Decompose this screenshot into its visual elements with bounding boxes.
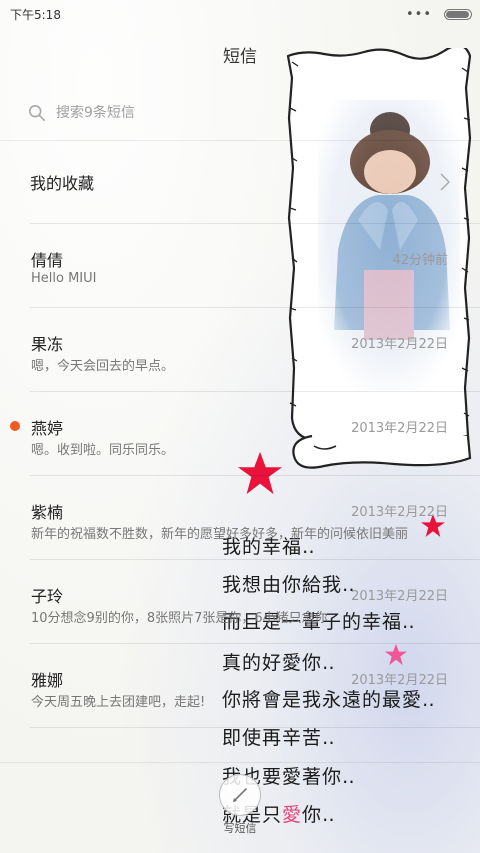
- status-time: 下午5:18: [10, 7, 61, 22]
- chevron-right-icon: [440, 173, 450, 191]
- message-preview: 今天周五晚上去团建吧，走起!: [31, 695, 206, 710]
- message-preview: 嗯，今天会回去的早点。: [31, 359, 175, 374]
- message-item[interactable]: 子玲 2013年2月22日 10分想念9别的你，8张照片7张是你，6小猪只念你: [0, 560, 480, 643]
- message-sender: 子玲: [31, 587, 64, 606]
- message-sender: 燕婷: [31, 419, 64, 438]
- message-time: 2013年2月22日: [351, 673, 448, 688]
- search-input[interactable]: [56, 105, 356, 121]
- page-title: 短信: [223, 47, 257, 67]
- message-item[interactable]: 燕婷 2013年2月22日嗯。收到啦。同乐同乐。: [0, 392, 480, 475]
- row-divider: [30, 391, 480, 392]
- status-icons: •••: [406, 7, 472, 22]
- message-preview: 10分想念9别的你，8张照片7张是你，6小猪只念你: [31, 611, 328, 626]
- message-item[interactable]: 果冻 2013年2月22日嗯，今天会回去的早点。: [0, 308, 480, 391]
- message-sender: 果冻: [31, 335, 64, 354]
- compose-button[interactable]: 写短信: [208, 774, 272, 844]
- message-time: 2013年2月22日: [351, 337, 448, 352]
- row-divider: [30, 307, 480, 308]
- message-preview: 新年的祝福数不胜数，新年的愿望好多好多，新年的问候依旧美丽: [31, 527, 409, 542]
- message-sender: 雅娜: [31, 671, 64, 690]
- message-time: 42分钟前: [392, 253, 448, 268]
- compose-pen-icon: [233, 788, 247, 802]
- favorites-label: 我的收藏: [30, 174, 95, 193]
- message-time: 2013年2月22日: [351, 421, 448, 436]
- message-item[interactable]: 倩倩 42分钟前 Hello MIUI: [0, 224, 480, 307]
- row-divider: [30, 727, 480, 728]
- compose-label: 写短信: [223, 822, 257, 835]
- row-divider: [30, 559, 480, 560]
- unread-dot: [10, 421, 20, 431]
- message-time: 2013年2月22日: [351, 589, 448, 604]
- favorites-row[interactable]: 我的收藏: [0, 140, 480, 224]
- row-divider: [30, 475, 480, 476]
- message-sender: 紫楠: [31, 503, 64, 522]
- bottom-divider: [0, 762, 480, 763]
- compose-circle[interactable]: [219, 774, 261, 816]
- status-bar: 下午5:18 •••: [0, 0, 480, 28]
- title-bar: 短信: [0, 40, 480, 74]
- message-item[interactable]: 雅娜 2013年2月22日今天周五晚上去团建吧，走起!: [0, 644, 480, 727]
- search-bar[interactable]: [28, 94, 448, 132]
- row-divider: [30, 643, 480, 644]
- search-icon: [28, 104, 46, 122]
- more-dots-icon: •••: [405, 6, 432, 22]
- wallpaper-heart-word: 愛: [282, 804, 303, 826]
- message-item[interactable]: 紫楠 2013年2月22日新年的祝福数不胜数，新年的愿望好多好多，新年的问候依旧美…: [0, 476, 480, 559]
- message-preview: 嗯。收到啦。同乐同乐。: [31, 443, 175, 458]
- message-preview: Hello MIUI: [31, 271, 97, 286]
- message-time: 2013年2月22日: [351, 505, 448, 520]
- message-list: 倩倩 42分钟前 Hello MIUI 果冻 2013年2月22日 嗯，今天会回去的早点。…: [0, 224, 480, 728]
- battery-icon: [444, 8, 472, 20]
- message-sender: 倩倩: [31, 251, 64, 270]
